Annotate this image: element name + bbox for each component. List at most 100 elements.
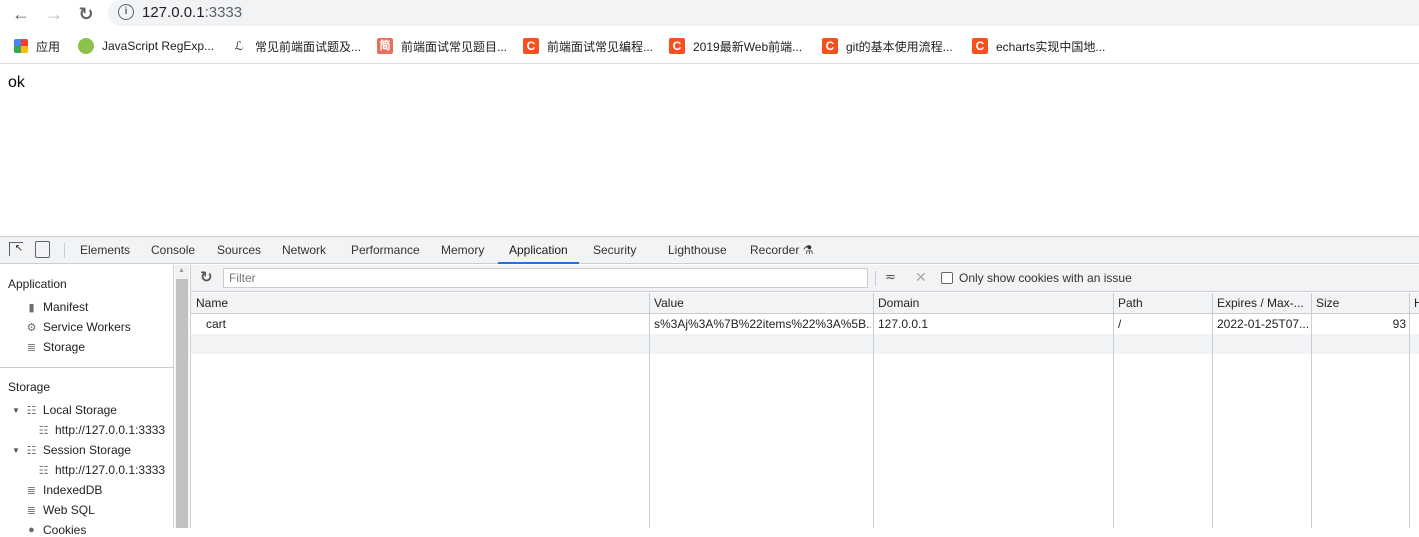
column-divider[interactable] [1212, 293, 1213, 528]
sidebar-item-session-storage[interactable]: ▼ ☷ Session Storage [12, 443, 131, 457]
grid-icon: ☷ [26, 444, 37, 457]
database-icon: ≣ [26, 504, 37, 517]
browser-toolbar: ← → ↻ i 127.0.0.1:3333 [0, 0, 1419, 28]
clear-filtered-cookies-icon[interactable]: ≂ [885, 269, 896, 285]
csdn-icon: C [523, 38, 539, 54]
column-divider[interactable] [1113, 293, 1114, 528]
bookmark-item[interactable]: C 前端面试常见编程... [523, 36, 653, 56]
tab-elements[interactable]: Elements [80, 237, 130, 264]
column-divider[interactable] [1311, 293, 1312, 528]
only-issue-checkbox[interactable] [941, 272, 953, 284]
file-icon: ▮ [28, 301, 35, 314]
reload-button[interactable]: ↻ [74, 2, 98, 26]
bookmark-label: 常见前端面试题及... [255, 39, 362, 54]
grid-icon: ☷ [38, 464, 49, 477]
back-button[interactable]: ← [9, 2, 33, 26]
bookmark-label: 前端面试常见编程... [547, 39, 654, 54]
cell-name[interactable]: cart [206, 317, 226, 331]
devtools-tabbar: ↖ Elements Console Sources Network Perfo… [0, 237, 1419, 264]
tab-memory[interactable]: Memory [441, 237, 484, 264]
grid-icon: ☷ [26, 404, 37, 417]
tab-security[interactable]: Security [593, 237, 636, 264]
cookies-table: Name Value Domain Path Expires / Max-...… [191, 293, 1419, 528]
inspect-element-icon[interactable]: ↖ [9, 242, 23, 256]
tab-application[interactable]: Application [498, 237, 579, 264]
bookmark-label: JavaScript RegExp... [102, 39, 215, 53]
tab-console[interactable]: Console [151, 237, 195, 264]
tab-recorder[interactable]: Recorder ⚗ [750, 237, 813, 264]
bookmark-apps[interactable]: 应用 [14, 36, 60, 56]
sidebar-item-session-origin[interactable]: ☷ http://127.0.0.1:3333 [37, 463, 166, 477]
expand-triangle-icon[interactable]: ▼ [12, 446, 20, 455]
column-divider[interactable] [649, 293, 650, 528]
address-bar[interactable]: i 127.0.0.1:3333 [108, 0, 1419, 26]
expand-triangle-icon[interactable]: ▼ [12, 406, 20, 415]
sidebar-item-cookies[interactable]: ● Cookies [25, 523, 86, 537]
device-toggle-icon[interactable] [35, 241, 50, 258]
bookmark-label: 应用 [36, 39, 61, 54]
csdn-icon: C [822, 38, 838, 54]
jianshu-icon: 简 [377, 38, 393, 54]
clear-icon[interactable]: ✕ [915, 269, 927, 286]
scroll-up-icon[interactable]: ▲ [178, 267, 185, 274]
header-domain[interactable]: Domain [878, 296, 919, 310]
cell-expires[interactable]: 2022-01-25T07... [1217, 317, 1309, 331]
bookmark-item[interactable]: Cecharts实现中国地... [972, 36, 1105, 56]
cell-value[interactable]: s%3Aj%3A%7B%22items%22%3A%5B... [654, 317, 871, 331]
devtools-panel: ↖ Elements Console Sources Network Perfo… [0, 236, 1419, 537]
sidebar-scrollbar[interactable]: ▲ [175, 265, 189, 528]
info-icon[interactable]: i [118, 4, 134, 20]
sidebar-item-label: Cookies [43, 523, 87, 537]
bookmark-site-icon: ℒ [234, 39, 244, 53]
sidebar-item-label: http://127.0.0.1:3333 [55, 463, 166, 477]
cell-size[interactable]: 93 [1316, 317, 1406, 331]
bookmark-label: 2019最新Web前端... [693, 39, 803, 54]
sidebar-item-local-origin[interactable]: ☷ http://127.0.0.1:3333 [37, 423, 166, 437]
sidebar-item-local-storage[interactable]: ▼ ☷ Local Storage [12, 403, 117, 417]
cookie-icon: ● [28, 524, 35, 536]
sidebar-item-manifest[interactable]: ▮ Manifest [25, 300, 88, 314]
tab-performance[interactable]: Performance [351, 237, 420, 264]
page-text: ok [8, 74, 25, 91]
bookmark-label: echarts实现中国地... [996, 39, 1106, 54]
bookmark-item[interactable]: JavaScript RegExp... [78, 36, 214, 56]
tab-sources[interactable]: Sources [217, 237, 261, 264]
grid-icon: ☷ [38, 424, 49, 437]
header-value[interactable]: Value [654, 296, 684, 310]
apps-grid-icon [14, 39, 28, 53]
header-size[interactable]: Size [1316, 296, 1339, 310]
forward-button[interactable]: → [42, 2, 66, 26]
only-issue-label: Only show cookies with an issue [959, 271, 1132, 285]
cell-domain[interactable]: 127.0.0.1 [878, 317, 928, 331]
divider [0, 367, 174, 368]
header-httponly[interactable]: H [1414, 296, 1419, 310]
bookmark-item[interactable]: ℒ 常见前端面试题及... [231, 36, 361, 56]
sidebar-item-service-workers[interactable]: ⚙ Service Workers [25, 320, 131, 334]
sidebar-item-label: Session Storage [42, 443, 131, 457]
sidebar-item-websql[interactable]: ≣ Web SQL [25, 503, 95, 517]
bookmark-label: 前端面试常见题目... [401, 39, 508, 54]
header-name[interactable]: Name [196, 296, 228, 310]
sidebar-item-label: Web SQL [43, 503, 95, 517]
refresh-icon[interactable]: ↻ [200, 268, 213, 286]
scrollbar-thumb[interactable] [176, 279, 188, 528]
filter-input[interactable] [223, 268, 868, 288]
sidebar-item-label: Service Workers [43, 320, 131, 334]
sidebar-item-indexeddb[interactable]: ≣ IndexedDB [25, 483, 102, 497]
bookmark-item[interactable]: 简前端面试常见题目... [377, 36, 507, 56]
column-divider[interactable] [873, 293, 874, 528]
header-path[interactable]: Path [1118, 296, 1143, 310]
cell-path[interactable]: / [1118, 317, 1121, 331]
tab-network[interactable]: Network [282, 237, 326, 264]
database-icon: ≣ [26, 341, 37, 354]
bookmark-item[interactable]: Cgit的基本使用流程... [822, 36, 953, 56]
column-divider[interactable] [1409, 293, 1410, 528]
bookmark-item[interactable]: C 2019最新Web前端... [669, 36, 802, 56]
section-header-storage: Storage [8, 380, 51, 394]
divider [0, 63, 1419, 64]
tab-lighthouse[interactable]: Lighthouse [668, 237, 727, 264]
sidebar-item-storage[interactable]: ≣ Storage [25, 340, 85, 354]
application-sidebar: Application ▮ Manifest ⚙ Service Workers ≣… [0, 265, 174, 537]
gear-icon: ⚙ [26, 321, 37, 334]
header-expires[interactable]: Expires / Max-... [1217, 296, 1304, 310]
